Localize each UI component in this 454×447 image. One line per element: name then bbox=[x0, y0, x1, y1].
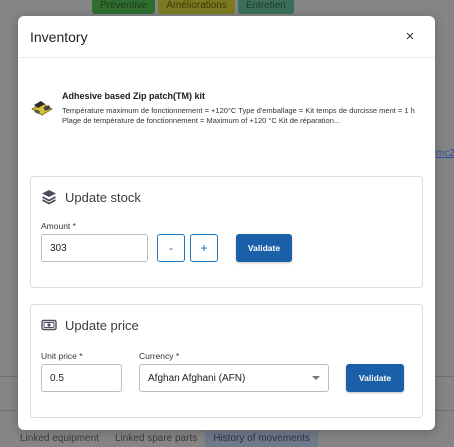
background-tab-ameliorations: Améliorations bbox=[158, 0, 235, 14]
decrement-button[interactable]: - bbox=[157, 234, 185, 262]
validate-stock-button[interactable]: Validate bbox=[236, 234, 292, 262]
amount-input[interactable] bbox=[41, 234, 148, 262]
background-top-tabs: Préventive Améliorations Entretien bbox=[92, 0, 294, 14]
update-stock-panel: Update stock Amount * - + Validate bbox=[30, 176, 423, 288]
background-tab-linked-spare-parts: Linked spare parts bbox=[114, 433, 198, 444]
product-description: Température maximum de fonctionnement = … bbox=[62, 106, 415, 125]
validate-price-button[interactable]: Validate bbox=[346, 364, 404, 392]
update-price-header: Update price bbox=[41, 317, 139, 333]
update-price-panel: Update price Unit price * Currency * Afg… bbox=[30, 304, 423, 418]
product-summary: Adhesive based Zip patch(TM) kit Tempéra… bbox=[30, 90, 425, 126]
background-tab-history: History of movements bbox=[205, 431, 318, 447]
update-stock-header: Update stock bbox=[41, 189, 141, 205]
unit-price-input[interactable] bbox=[41, 364, 122, 392]
adhesive-patch-kit-icon bbox=[31, 101, 53, 116]
currency-label: Currency * bbox=[139, 351, 180, 361]
update-price-title: Update price bbox=[65, 317, 139, 333]
chevron-down-icon bbox=[312, 376, 320, 380]
increment-button[interactable]: + bbox=[190, 234, 218, 262]
product-name: Adhesive based Zip patch(TM) kit bbox=[62, 91, 206, 101]
currency-select[interactable]: Afghan Afghani (AFN) bbox=[139, 364, 329, 392]
close-icon[interactable]: × bbox=[401, 28, 419, 46]
modal-header: Inventory × bbox=[18, 16, 435, 58]
layers-icon bbox=[42, 190, 56, 205]
money-icon bbox=[41, 319, 57, 331]
currency-selected-value: Afghan Afghani (AFN) bbox=[148, 372, 246, 384]
background-tab-linked-equipment: Linked equipment bbox=[20, 433, 99, 444]
background-tab-preventive: Préventive bbox=[92, 0, 156, 14]
modal-title: Inventory bbox=[30, 28, 88, 45]
background-link: mc2 bbox=[436, 148, 454, 159]
inventory-modal: Inventory × Adhesive based Zip patch(TM)… bbox=[18, 16, 435, 430]
update-stock-title: Update stock bbox=[65, 189, 141, 205]
unit-price-label: Unit price * bbox=[41, 351, 83, 361]
background-tab-entretien: Entretien bbox=[237, 0, 294, 14]
product-text: Adhesive based Zip patch(TM) kit Tempéra… bbox=[62, 90, 422, 126]
amount-label: Amount * bbox=[41, 221, 76, 231]
